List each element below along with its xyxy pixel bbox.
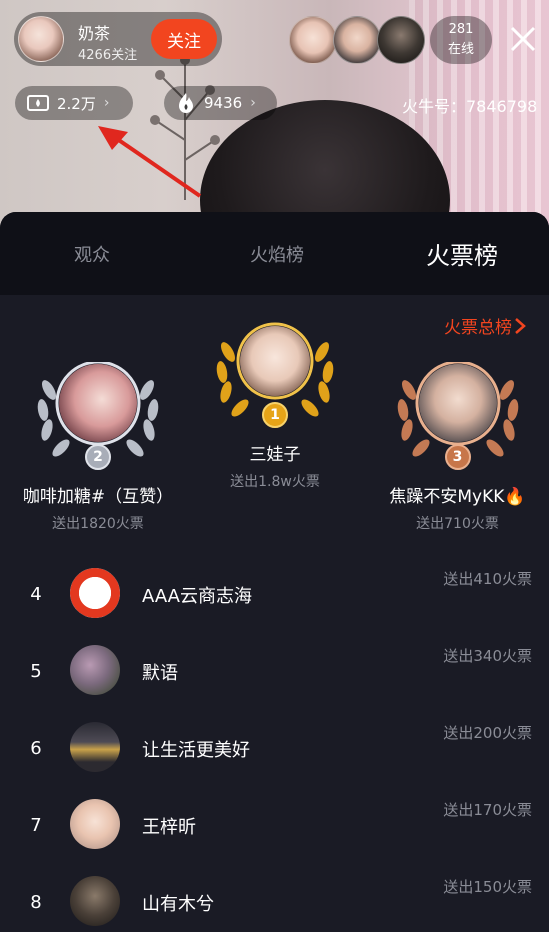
user-name: AAA云商志海: [142, 586, 252, 607]
user-name: 山有木兮: [142, 894, 214, 915]
leaderboard-sheet: 观众 火焰榜 火票榜 火票总榜 1 三娃子 送出1.8w火票 2 咖啡加糖#（互…: [0, 212, 549, 932]
total-ranking-label: 火票总榜: [444, 318, 512, 338]
user-name: 默语: [142, 663, 178, 684]
podium-name: 三娃子: [249, 445, 301, 465]
rank-number: 7: [30, 815, 42, 836]
podium-third[interactable]: 3 焦躁不安MyKK🔥 送出710火票: [370, 362, 545, 533]
user-name: 让生活更美好: [142, 740, 250, 761]
podium-name: 咖啡加糖#（互赞）: [22, 487, 174, 507]
host-name: 奶茶: [78, 24, 111, 43]
rank-number: 5: [30, 661, 42, 682]
fire-value: 9436: [204, 94, 243, 112]
total-ranking-link[interactable]: 火票总榜: [444, 313, 528, 338]
heat-stat-pill[interactable]: 2.2万 ›: [15, 86, 133, 120]
podium-avatar: [240, 326, 310, 396]
rank-badge: 3: [444, 444, 471, 470]
chevron-right-icon: [515, 317, 526, 334]
rank-badge: 2: [85, 444, 111, 470]
podium-first[interactable]: 1 三娃子 送出1.8w火票: [205, 322, 345, 491]
host-avatar[interactable]: [18, 16, 64, 62]
online-count: 281: [448, 22, 474, 37]
rank-number: 8: [30, 892, 42, 913]
user-name: 王梓昕: [142, 817, 196, 838]
heat-ticket-icon: [27, 95, 49, 111]
host-follow-count: 4266关注: [78, 48, 138, 63]
podium-avatar: [59, 364, 137, 442]
fire-stat-pill[interactable]: 9436 ›: [164, 86, 277, 120]
rank-badge: 1: [262, 402, 288, 428]
viewer-avatar[interactable]: [333, 16, 381, 64]
user-avatar: [70, 645, 120, 695]
user-avatar: [70, 876, 120, 926]
fire-icon: [176, 92, 196, 114]
list-item[interactable]: 6 让生活更美好 送出200火票: [0, 712, 549, 788]
chevron-right-icon: ›: [250, 95, 256, 111]
rank-number: 6: [30, 738, 42, 759]
user-avatar: [70, 799, 120, 849]
tab-ticket-ranking[interactable]: 火票榜: [404, 212, 520, 295]
tickets-sent: 送出150火票: [443, 878, 532, 896]
viewer-avatar[interactable]: [377, 16, 425, 64]
podium-sent: 送出710火票: [416, 516, 499, 532]
podium-sent: 送出1.8w火票: [230, 474, 320, 490]
podium-second[interactable]: 2 咖啡加糖#（互赞） 送出1820火票: [10, 362, 186, 533]
list-item[interactable]: 7 王梓昕 送出170火票: [0, 789, 549, 865]
tickets-sent: 送出200火票: [443, 724, 532, 742]
gold-wreath: 1: [210, 322, 340, 432]
red-arrow-annotation: [98, 126, 202, 198]
online-label: 在线: [447, 42, 474, 57]
bronze-wreath: 3: [393, 362, 523, 472]
viewer-avatar[interactable]: [289, 16, 337, 64]
host-info-pill[interactable]: 奶茶 4266关注 关注: [14, 12, 222, 66]
silver-wreath: 2: [33, 362, 163, 472]
user-avatar: [70, 722, 120, 772]
rank-number: 4: [30, 584, 42, 605]
room-id: 火牛号：7846798: [402, 97, 538, 116]
tickets-sent: 送出340火票: [443, 647, 532, 665]
list-item[interactable]: 4 AAA云商志海 送出410火票: [0, 558, 549, 634]
list-item[interactable]: 8 山有木兮 送出150火票: [0, 866, 549, 932]
chevron-right-icon: ›: [103, 95, 110, 111]
tickets-sent: 送出170火票: [443, 801, 532, 819]
podium-avatar: [418, 364, 497, 442]
online-count-pill[interactable]: 281 在线: [430, 16, 492, 64]
tab-audience[interactable]: 观众: [40, 212, 144, 295]
list-item[interactable]: 5 默语 送出340火票: [0, 635, 549, 711]
podium-name: 焦躁不安MyKK🔥: [389, 487, 526, 507]
leaderboard-tabs: 观众 火焰榜 火票榜: [0, 212, 549, 295]
tickets-sent: 送出410火票: [443, 570, 532, 588]
user-avatar: [70, 568, 120, 618]
podium-sent: 送出1820火票: [52, 516, 144, 532]
heat-value: 2.2万: [57, 94, 96, 113]
close-icon[interactable]: [506, 22, 540, 56]
tab-flame-ranking[interactable]: 火焰榜: [222, 212, 332, 295]
follow-button[interactable]: 关注: [151, 19, 217, 59]
